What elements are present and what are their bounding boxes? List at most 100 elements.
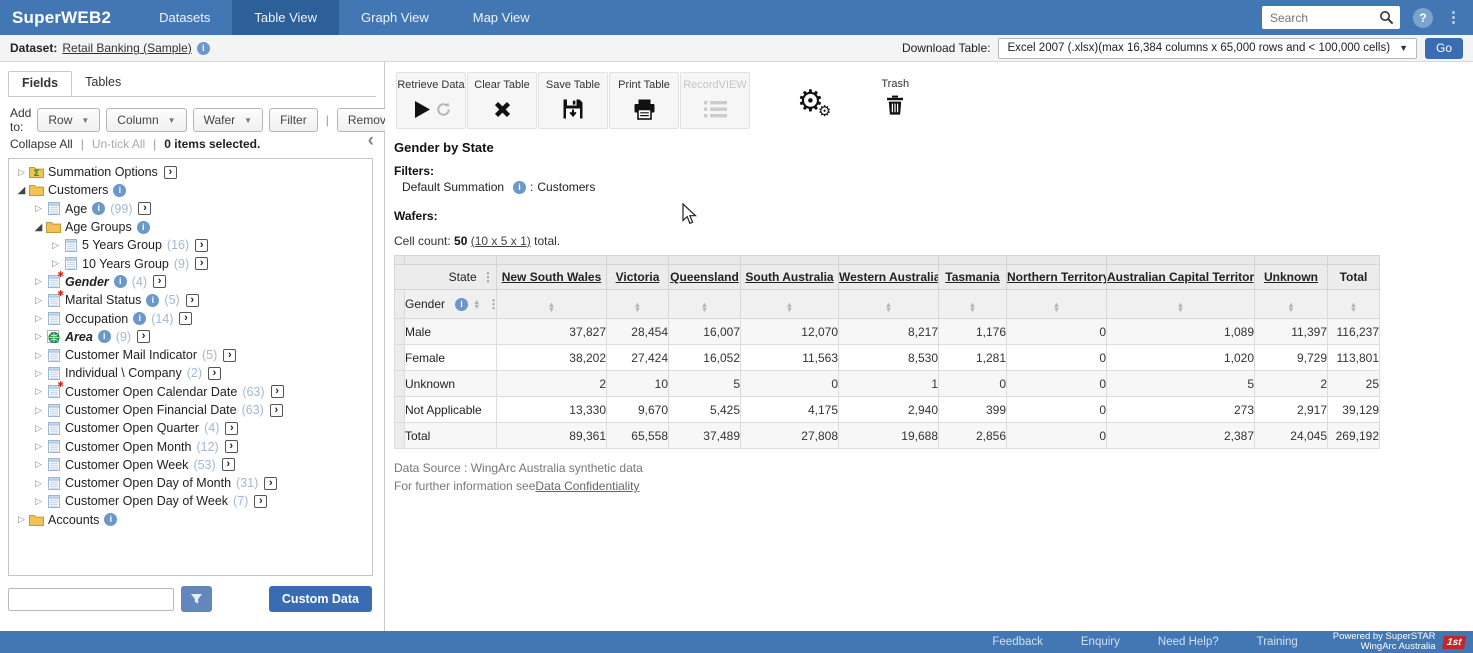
add-to-wafer-button[interactable]: Wafer▼: [193, 108, 263, 132]
expand-node-icon[interactable]: ▷: [49, 258, 62, 269]
cell-count-dims-link[interactable]: (10 x 5 x 1): [471, 234, 531, 248]
sort-icon[interactable]: ▲▼: [885, 302, 892, 313]
search-box[interactable]: [1262, 6, 1400, 29]
expand-node-icon[interactable]: ▷: [32, 276, 45, 287]
expand-node-icon[interactable]: ▷: [32, 441, 45, 452]
sort-icon[interactable]: ▲▼: [1287, 302, 1294, 313]
open-field-arrow-icon[interactable]: ›: [186, 294, 199, 307]
add-to-column-button[interactable]: Column▼: [106, 108, 186, 132]
footer-link-need-help[interactable]: Need Help?: [1139, 636, 1238, 648]
expand-node-icon[interactable]: ▷: [32, 350, 45, 361]
add-to-filter-button[interactable]: Filter: [269, 108, 318, 132]
expand-node-icon[interactable]: ▷: [32, 331, 45, 342]
tree-item-label[interactable]: Customer Open Calendar Date: [65, 385, 237, 399]
open-field-arrow-icon[interactable]: ›: [138, 202, 151, 215]
tree-item-label[interactable]: Area: [65, 330, 93, 344]
info-icon[interactable]: i: [133, 312, 146, 325]
sort-icon[interactable]: ▲▼: [1177, 302, 1184, 313]
sort-icon[interactable]: ▲▼: [701, 302, 708, 313]
expand-node-icon[interactable]: ▷: [15, 514, 28, 525]
expand-node-icon[interactable]: ▷: [49, 240, 62, 251]
info-icon[interactable]: i: [146, 294, 159, 307]
open-field-arrow-icon[interactable]: ›: [223, 349, 236, 362]
open-field-arrow-icon[interactable]: ›: [195, 239, 208, 252]
col-header-tasmania[interactable]: Tasmania: [939, 265, 1007, 290]
col-header-australian-capital-territory[interactable]: Australian Capital Territory: [1107, 265, 1255, 290]
nav-item-map-view[interactable]: Map View: [451, 0, 552, 35]
expand-node-icon[interactable]: ▷: [32, 496, 45, 507]
col-header-south-australia[interactable]: South Australia: [741, 265, 839, 290]
custom-data-button[interactable]: Custom Data: [269, 586, 372, 612]
expand-node-icon[interactable]: ▷: [32, 313, 45, 324]
untick-all-link[interactable]: Un-tick All: [92, 137, 145, 151]
open-field-arrow-icon[interactable]: ›: [164, 166, 177, 179]
sort-icon[interactable]: ▲▼: [969, 302, 976, 313]
tree-item-label[interactable]: Customer Open Month: [65, 440, 191, 454]
tree-item-label[interactable]: Customer Open Day of Month: [65, 476, 231, 490]
retrieve-data-button[interactable]: Retrieve Data: [396, 72, 466, 129]
tree-item-label[interactable]: 10 Years Group: [82, 257, 169, 271]
expand-node-icon[interactable]: ▷: [32, 405, 45, 416]
sort-icon[interactable]: ▲▼: [548, 302, 555, 313]
dataset-link[interactable]: Retail Banking (Sample): [62, 41, 191, 55]
tree-item-label[interactable]: 5 Years Group: [82, 238, 162, 252]
nav-item-graph-view[interactable]: Graph View: [339, 0, 451, 35]
open-field-arrow-icon[interactable]: ›: [225, 440, 238, 453]
tab-fields[interactable]: Fields: [8, 71, 72, 96]
collapse-node-icon[interactable]: ◢: [15, 185, 28, 196]
expand-node-icon[interactable]: ▷: [32, 368, 45, 379]
expand-node-icon[interactable]: ▷: [32, 423, 45, 434]
add-to-row-button[interactable]: Row▼: [37, 108, 100, 132]
table-options-gear-icon[interactable]: ⚙⚙: [797, 72, 837, 116]
open-field-arrow-icon[interactable]: ›: [254, 495, 267, 508]
col-header-victoria[interactable]: Victoria: [607, 265, 669, 290]
open-field-arrow-icon[interactable]: ›: [179, 312, 192, 325]
open-field-arrow-icon[interactable]: ›: [137, 330, 150, 343]
info-icon[interactable]: i: [137, 221, 150, 234]
expand-node-icon[interactable]: ▷: [32, 203, 45, 214]
tree-item-label[interactable]: Summation Options: [48, 165, 158, 179]
footer-link-training[interactable]: Training: [1238, 636, 1317, 648]
info-icon[interactable]: i: [92, 202, 105, 215]
sort-icon[interactable]: ▲▼: [1350, 302, 1357, 313]
dataset-info-icon[interactable]: i: [197, 42, 210, 55]
tree-item-label[interactable]: Accounts: [48, 513, 99, 527]
tree-item-label[interactable]: Customer Mail Indicator: [65, 348, 197, 362]
sort-icon[interactable]: ▲▼: [634, 302, 641, 313]
sort-icon[interactable]: ▲▼: [473, 299, 480, 310]
column-menu-icon[interactable]: ⋮: [480, 270, 496, 284]
overflow-menu-icon[interactable]: ⋮: [1446, 8, 1461, 28]
info-icon[interactable]: i: [114, 275, 127, 288]
open-field-arrow-icon[interactable]: ›: [153, 275, 166, 288]
open-field-arrow-icon[interactable]: ›: [264, 477, 277, 490]
tree-item-label[interactable]: Individual \ Company: [65, 366, 182, 380]
nav-item-datasets[interactable]: Datasets: [137, 0, 232, 35]
info-icon[interactable]: i: [455, 298, 468, 311]
info-icon[interactable]: i: [113, 184, 126, 197]
tree-item-label[interactable]: Customers: [48, 183, 108, 197]
search-icon[interactable]: [1379, 10, 1394, 25]
tree-item-label[interactable]: Customer Open Day of Week: [65, 494, 228, 508]
expand-node-icon[interactable]: ▷: [32, 478, 45, 489]
col-header-western-australia[interactable]: Western Australia: [839, 265, 939, 290]
trash-dropzone[interactable]: Trash: [881, 72, 909, 118]
filter-info-icon[interactable]: i: [513, 181, 526, 194]
tree-item-label[interactable]: Occupation: [65, 312, 128, 326]
help-icon[interactable]: ?: [1413, 8, 1433, 28]
open-field-arrow-icon[interactable]: ›: [271, 385, 284, 398]
print-table-button[interactable]: Print Table: [609, 72, 679, 129]
footer-link-enquiry[interactable]: Enquiry: [1062, 636, 1139, 648]
tree-item-label[interactable]: Customer Open Quarter: [65, 421, 199, 435]
col-header-unknown[interactable]: Unknown: [1255, 265, 1328, 290]
open-field-arrow-icon[interactable]: ›: [270, 404, 283, 417]
filter-funnel-button[interactable]: [181, 586, 212, 612]
tab-tables[interactable]: Tables: [72, 71, 134, 96]
expand-node-icon[interactable]: ▷: [32, 459, 45, 470]
info-icon[interactable]: i: [104, 513, 117, 526]
save-table-button[interactable]: Save Table: [538, 72, 608, 129]
col-header-queensland[interactable]: Queensland: [669, 265, 741, 290]
data-confidentiality-link[interactable]: Data Confidentiality: [535, 479, 639, 493]
tree-item-label[interactable]: Customer Open Week: [65, 458, 188, 472]
footer-link-feedback[interactable]: Feedback: [973, 636, 1062, 648]
tree-item-label[interactable]: Marital Status: [65, 293, 141, 307]
